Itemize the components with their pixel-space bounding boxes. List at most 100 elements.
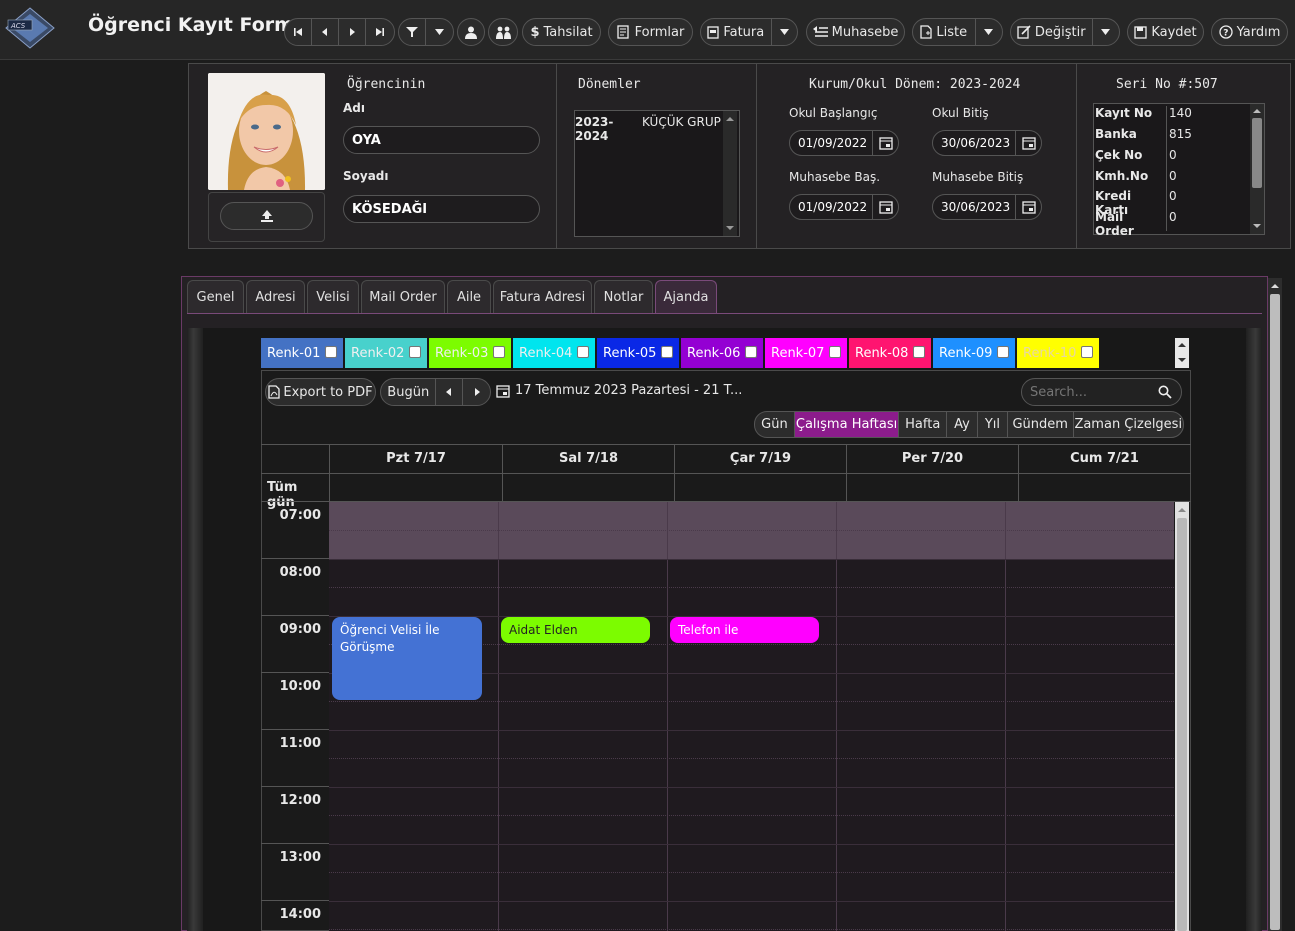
event-ogrenci-velisi[interactable]: Öğrenci Velisi İle Görüşme [332, 617, 482, 700]
grid-line [329, 530, 1174, 531]
acc-start-date[interactable]: 01/09/2022 [789, 194, 899, 220]
color-checkbox[interactable] [1081, 346, 1093, 358]
color-checkbox[interactable] [661, 346, 673, 358]
periods-list[interactable]: 2023-2024 KÜÇÜK GRUP [574, 110, 740, 237]
tab-fatura-adresi[interactable]: Fatura Adresi [493, 280, 592, 313]
color-checkbox[interactable] [997, 346, 1009, 358]
panel-edge [1246, 328, 1262, 931]
acc-end-date[interactable]: 30/06/2023 [932, 194, 1042, 220]
periods-scrollbar[interactable] [723, 111, 737, 236]
color-chip-renk-09[interactable]: Renk-09 [933, 338, 1015, 368]
color-chip-renk-03[interactable]: Renk-03 [429, 338, 511, 368]
calendar-icon[interactable] [1015, 131, 1041, 155]
tab-notlar[interactable]: Notlar [594, 280, 653, 313]
time-grid[interactable]: Öğrenci Velisi İle Görüşme Aidat Elden T… [329, 502, 1174, 931]
tab-aile[interactable]: Aile [447, 280, 491, 313]
filter-button[interactable] [399, 19, 427, 45]
view-week[interactable]: Hafta [899, 412, 948, 437]
color-checkbox[interactable] [325, 346, 337, 358]
degistir-button[interactable]: Değiştir [1011, 19, 1093, 45]
date-range-selector[interactable]: 17 Temmuz 2023 Pazartesi - 21 T... [496, 383, 742, 398]
calendar-icon[interactable] [1015, 195, 1041, 219]
search-box[interactable] [1021, 378, 1182, 406]
school-end-date[interactable]: 30/06/2023 [932, 130, 1042, 156]
tahsilat-button[interactable]: $ Tahsilat [522, 18, 601, 46]
color-chip-renk-02[interactable]: Renk-02 [345, 338, 427, 368]
fatura-button[interactable]: Fatura [701, 19, 772, 45]
prev-record-button[interactable] [312, 19, 339, 45]
page-scrollbar[interactable] [1268, 278, 1282, 931]
tab-mail-order[interactable]: Mail Order [361, 280, 445, 313]
color-chip-renk-08[interactable]: Renk-08 [849, 338, 931, 368]
scroll-thumb[interactable] [1270, 294, 1280, 930]
color-chips-scroller[interactable] [1175, 338, 1189, 368]
color-checkbox[interactable] [493, 346, 505, 358]
degistir-dropdown-button[interactable] [1093, 19, 1120, 45]
tab-adresi[interactable]: Adresi [246, 280, 305, 313]
liste-button[interactable]: Liste [913, 19, 976, 45]
color-chip-label: Renk-02 [351, 345, 405, 361]
school-start-date[interactable]: 01/09/2022 [789, 130, 899, 156]
parents-button[interactable] [488, 18, 518, 46]
prev-period-button[interactable] [436, 379, 464, 405]
student-button[interactable] [457, 18, 485, 46]
fatura-dropdown-button[interactable] [772, 19, 797, 45]
serial-scrollbar[interactable] [1250, 104, 1264, 234]
filter-group [398, 18, 454, 46]
day-header[interactable]: Çar 7/19 [674, 444, 846, 473]
color-checkbox[interactable] [829, 346, 841, 358]
calendar-icon[interactable] [872, 131, 898, 155]
kaydet-button[interactable]: Kaydet [1127, 18, 1204, 46]
tab-ajanda[interactable]: Ajanda [655, 280, 717, 313]
color-chip-renk-01[interactable]: Renk-01 [261, 338, 343, 368]
event-aidat-elden[interactable]: Aidat Elden [501, 617, 650, 643]
day-header[interactable]: Pzt 7/17 [329, 444, 502, 473]
view-work-week[interactable]: Çalışma Haftası [794, 412, 900, 437]
day-header[interactable]: Per 7/20 [846, 444, 1018, 473]
help-icon: ? [1218, 25, 1233, 39]
color-chip-renk-04[interactable]: Renk-04 [513, 338, 595, 368]
filter-dropdown-button[interactable] [426, 19, 453, 45]
day-header[interactable]: Cum 7/21 [1018, 444, 1190, 473]
color-chip-label: Renk-05 [603, 345, 657, 361]
yardim-button[interactable]: ? Yardım [1211, 18, 1288, 46]
scroll-thumb[interactable] [1177, 518, 1187, 931]
period-item[interactable]: 2023-2024 KÜÇÜK GRUP [575, 115, 721, 143]
color-checkbox[interactable] [577, 346, 589, 358]
school-end-value: 30/06/2023 [941, 136, 1011, 150]
view-agenda[interactable]: Gündem [1008, 412, 1074, 437]
color-chip-renk-10[interactable]: Renk-10 [1017, 338, 1099, 368]
tab-genel[interactable]: Genel [187, 280, 244, 313]
today-button[interactable]: Bugün [381, 379, 437, 405]
color-checkbox[interactable] [913, 346, 925, 358]
upload-photo-button[interactable] [220, 202, 313, 230]
view-timeline[interactable]: Zaman Çizelgesi [1074, 412, 1183, 437]
event-telefon[interactable]: Telefon ile [670, 617, 819, 643]
first-name-field[interactable]: OYA [343, 126, 540, 154]
calendar-icon[interactable] [872, 195, 898, 219]
formlar-button[interactable]: Formlar [608, 18, 693, 46]
day-header[interactable]: Sal 7/18 [502, 444, 674, 473]
first-record-button[interactable] [285, 19, 312, 45]
view-day[interactable]: Gün [755, 412, 795, 437]
muhasebe-button[interactable]: Muhasebe [806, 18, 905, 46]
search-input[interactable] [1030, 384, 1156, 400]
list-icon [920, 25, 933, 39]
calendar-scrollbar[interactable] [1175, 502, 1189, 931]
liste-dropdown-button[interactable] [976, 19, 1002, 45]
color-chip-renk-06[interactable]: Renk-06 [681, 338, 763, 368]
export-pdf-button[interactable]: Export to PDF [265, 378, 376, 406]
view-month[interactable]: Ay [947, 412, 978, 437]
color-checkbox[interactable] [409, 346, 421, 358]
next-record-button[interactable] [339, 19, 366, 45]
color-chip-renk-05[interactable]: Renk-05 [597, 338, 679, 368]
color-chip-renk-07[interactable]: Renk-07 [765, 338, 847, 368]
view-year[interactable]: Yıl [978, 412, 1008, 437]
scroll-thumb[interactable] [1252, 118, 1262, 188]
next-period-button[interactable] [463, 379, 490, 405]
liste-group: Liste [912, 18, 1003, 46]
color-checkbox[interactable] [745, 346, 757, 358]
tab-velisi[interactable]: Velisi [307, 280, 359, 313]
last-name-field[interactable]: KÖSEDAĞI [343, 195, 540, 223]
last-record-button[interactable] [366, 19, 394, 45]
